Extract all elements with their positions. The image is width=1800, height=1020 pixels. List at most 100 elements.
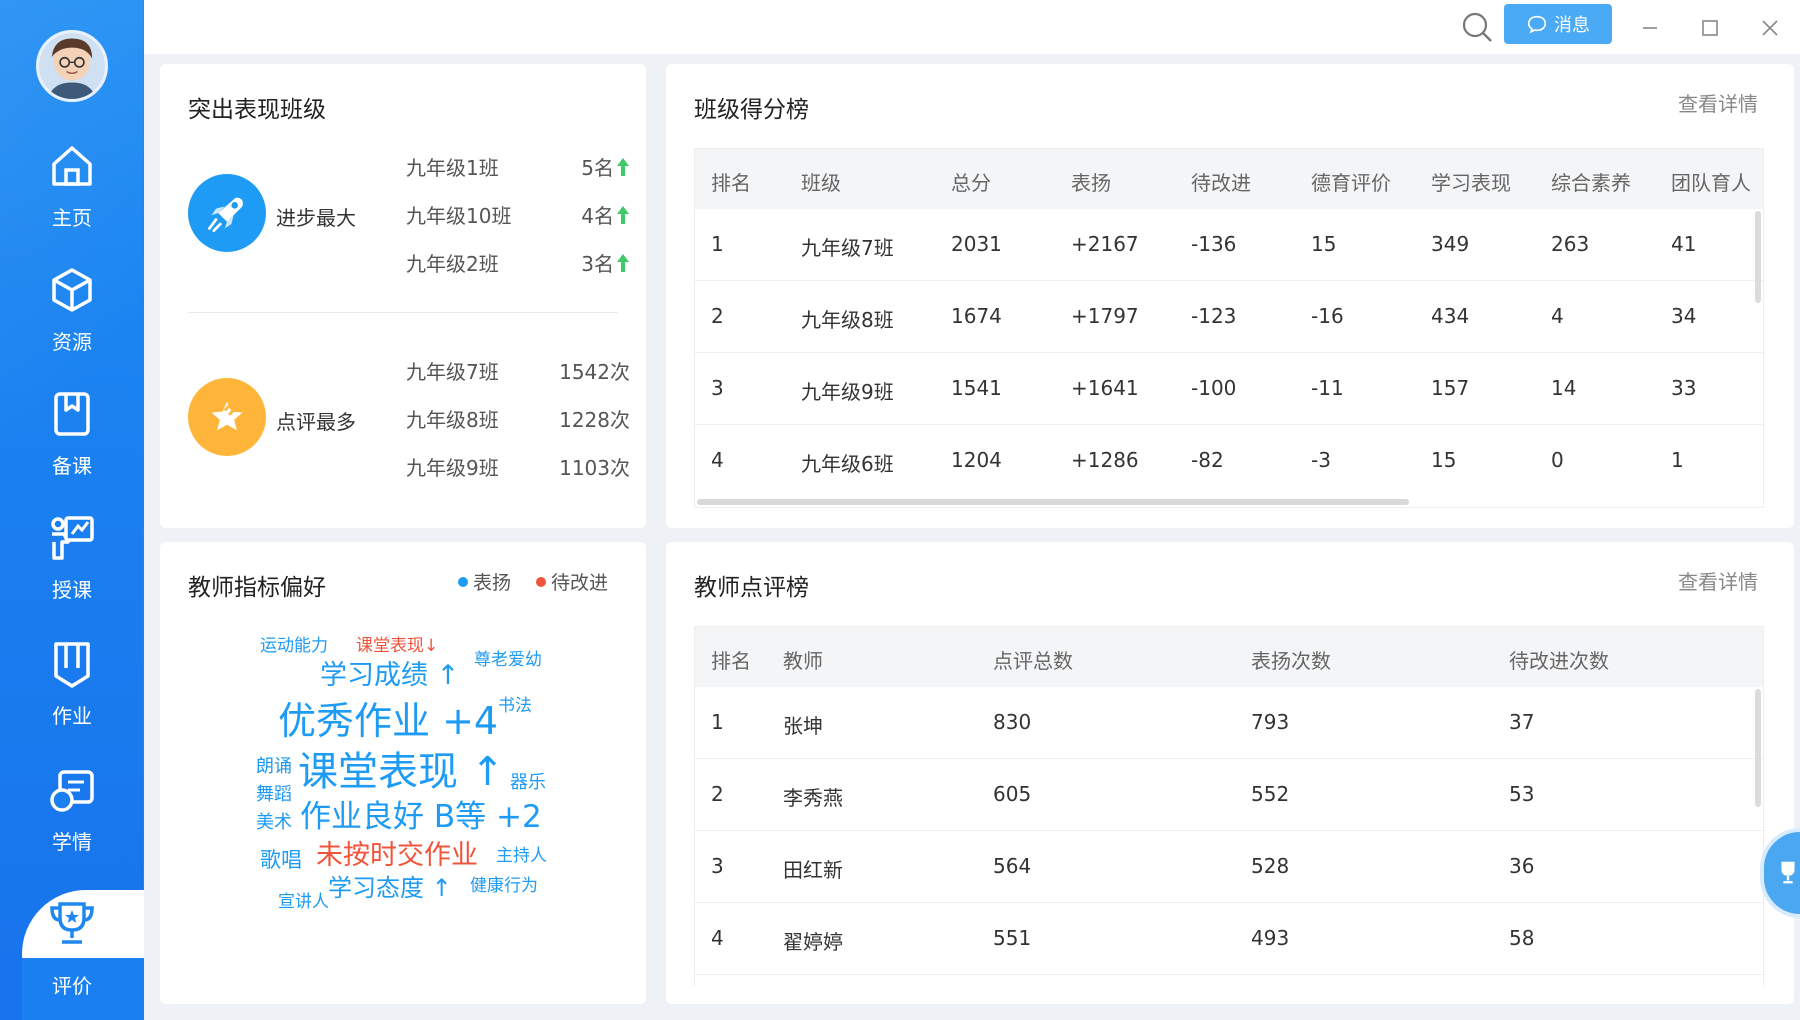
divider [188, 312, 618, 313]
total-comments-cell: 551 [993, 926, 1032, 950]
class-rank-card: 班级得分榜 查看详情 排名 班级 总分 表扬 待改进 德育评价 学习表现 综合素… [666, 64, 1794, 528]
minimize-button[interactable] [1632, 10, 1668, 46]
study-cell: 349 [1431, 232, 1470, 256]
column-header: 团队育人 [1671, 171, 1751, 195]
teacher-cell: 张坤 [783, 714, 823, 738]
vertical-scrollbar[interactable] [1755, 211, 1761, 303]
rank-cell: 3 [711, 376, 724, 400]
improve-count-cell: 53 [1509, 782, 1535, 806]
total-comments-cell: 564 [993, 854, 1032, 878]
table-row[interactable]: 4 九年级6班 1204 +1286 -82 -3 15 0 1 [695, 425, 1763, 497]
comments-value: 1103次 [559, 456, 630, 480]
word-cloud-item: 未按时交作业 [316, 840, 478, 871]
improve-cell: -100 [1191, 376, 1237, 400]
progress-label: 进步最大 [276, 206, 356, 230]
teacher-preference-card: 教师指标偏好 表扬 待改进 运动能力 课堂表现↓ 尊老爱幼 学习成绩 ↑ 优秀作… [160, 542, 646, 1004]
table-row[interactable]: 1 九年级7班 2031 +2167 -136 15 349 263 41 [695, 209, 1763, 281]
horizontal-scrollbar[interactable] [697, 499, 1409, 505]
vertical-scrollbar[interactable] [1755, 689, 1761, 807]
rank-cell: 4 [711, 926, 724, 950]
column-header: 排名 [711, 649, 751, 673]
team-cell: 34 [1671, 304, 1697, 328]
progress-value: 4名 [550, 200, 630, 229]
word-cloud-item: 健康行为 [470, 876, 538, 896]
rank-cell: 3 [711, 854, 724, 878]
team-cell: 1 [1671, 448, 1684, 472]
table-row[interactable]: 2 九年级8班 1674 +1797 -123 -16 434 4 34 [695, 281, 1763, 353]
message-button[interactable]: 消息 [1504, 4, 1612, 44]
trophy-icon [50, 902, 94, 944]
chat-icon [1527, 15, 1547, 34]
column-header: 综合素养 [1551, 171, 1631, 195]
word-cloud-item: 主持人 [496, 846, 547, 866]
table-row[interactable]: 3 九年级9班 1541 +1641 -100 -11 157 14 33 [695, 353, 1763, 425]
word-cloud-item: 宣讲人 [278, 892, 329, 912]
sidebar-item-homework[interactable]: 作业 [0, 638, 144, 758]
sidebar-item-resources[interactable]: 资源 [0, 264, 144, 384]
sidebar-item-learning-analytics[interactable]: 学情 [0, 764, 144, 884]
column-header: 待改进次数 [1509, 649, 1609, 673]
teacher-cell: 翟婷婷 [783, 930, 843, 954]
avatar-image [39, 33, 105, 99]
moral-cell: -11 [1311, 376, 1344, 400]
sidebar-item-label: 备课 [52, 454, 92, 478]
rank-cell: 2 [711, 782, 724, 806]
close-button[interactable] [1752, 10, 1788, 46]
team-cell: 33 [1671, 376, 1697, 400]
word-cloud-item: 美术 [256, 812, 292, 833]
sidebar: 主页 资源 备课 授课 作业 学情 评价 [0, 0, 144, 1020]
card-title: 教师点评榜 [694, 575, 809, 601]
total-comments-cell: 605 [993, 782, 1032, 806]
legend-dot [458, 576, 468, 587]
legend-dot [536, 576, 546, 587]
praise-cell: +1641 [1071, 376, 1139, 400]
word-cloud-item: 学习成绩 ↑ [320, 660, 460, 691]
class-rank-table: 排名 班级 总分 表扬 待改进 德育评价 学习表现 综合素养 团队育人 1 九年… [694, 148, 1764, 508]
sidebar-item-teaching[interactable]: 授课 [0, 512, 144, 632]
word-cloud-item: 舞蹈 [256, 784, 292, 805]
praise-cell: +1286 [1071, 448, 1139, 472]
table-header: 排名 班级 总分 表扬 待改进 德育评价 学习表现 综合素养 团队育人 [695, 149, 1763, 209]
sidebar-item-lesson-prep[interactable]: 备课 [0, 388, 144, 508]
quality-cell: 263 [1551, 232, 1590, 256]
column-header: 班级 [801, 171, 841, 195]
table-row[interactable]: 2 李秀燕 605 552 53 [695, 759, 1763, 831]
home-icon [52, 146, 92, 186]
teacher-rank-detail-link[interactable]: 查看详情 [1678, 566, 1758, 595]
total-cell: 1541 [951, 376, 1002, 400]
praise-cell: +2167 [1071, 232, 1139, 256]
comments-class: 九年级7班 [406, 360, 499, 384]
class-rank-detail-link[interactable]: 查看详情 [1678, 88, 1758, 117]
legend-label: 待改进 [551, 572, 609, 594]
quality-cell: 0 [1551, 448, 1564, 472]
total-cell: 1204 [951, 448, 1002, 472]
table-row[interactable]: 4 翟婷婷 551 493 58 [695, 903, 1763, 975]
rank-cell: 1 [711, 710, 724, 734]
word-cloud-item: 器乐 [510, 772, 546, 793]
avatar[interactable] [36, 30, 108, 102]
improve-cell: -123 [1191, 304, 1237, 328]
word-cloud-item: 课堂表现 ↑ [298, 749, 505, 795]
quality-cell: 14 [1551, 376, 1577, 400]
improve-count-cell: 36 [1509, 854, 1535, 878]
word-cloud-item: 优秀作业 +4 [278, 699, 499, 743]
card-title: 突出表现班级 [188, 97, 326, 123]
maximize-button[interactable] [1692, 10, 1728, 46]
sidebar-item-home[interactable]: 主页 [0, 140, 144, 260]
table-row[interactable]: 3 田红新 564 528 36 [695, 831, 1763, 903]
rank-cell: 2 [711, 304, 724, 328]
floating-award-button[interactable] [1760, 828, 1800, 918]
arrow-up-icon [617, 206, 629, 224]
table-row[interactable]: 1 张坤 830 793 37 [695, 687, 1763, 759]
improve-count-cell: 37 [1509, 710, 1535, 734]
teacher-cell: 李秀燕 [783, 786, 843, 810]
column-header: 学习表现 [1431, 171, 1511, 195]
analytics-icon [50, 770, 94, 812]
moral-cell: -3 [1311, 448, 1331, 472]
improve-cell: -136 [1191, 232, 1237, 256]
comments-class: 九年级8班 [406, 408, 499, 432]
search-icon[interactable] [1458, 8, 1496, 46]
moral-cell: 15 [1311, 232, 1337, 256]
sidebar-item-label: 主页 [52, 206, 92, 230]
legend-label: 表扬 [473, 572, 512, 594]
